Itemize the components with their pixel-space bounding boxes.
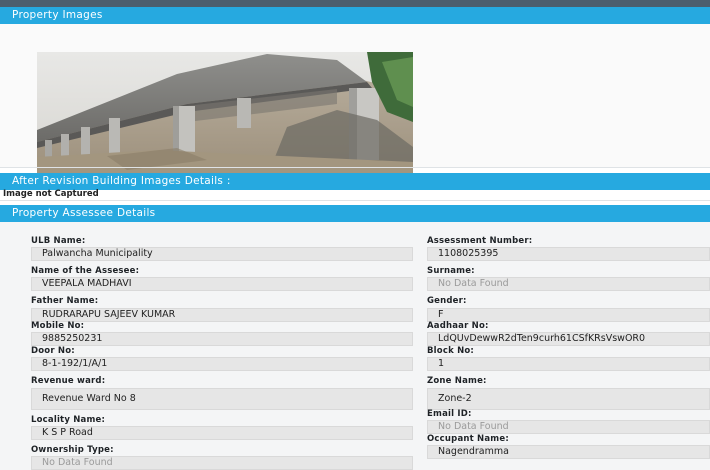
assessment-number-field: 1108025395 <box>427 247 710 261</box>
locality-name-field: K S P Road <box>31 426 413 440</box>
surname-label: Surname: <box>427 266 475 276</box>
surname-field: No Data Found <box>427 277 710 291</box>
building-photo-image <box>37 52 413 177</box>
occupant-name-field: Nagendramma <box>427 445 710 459</box>
zone-name-field: Zone-2 <box>427 388 710 410</box>
email-id-field: No Data Found <box>427 420 710 434</box>
assessee-name-label: Name of the Assesee: <box>31 266 140 276</box>
property-photo[interactable] <box>37 52 413 177</box>
locality-name-label: Locality Name: <box>31 415 106 425</box>
property-images-header: Property Images <box>0 7 710 24</box>
aadhaar-no-label: Aadhaar No: <box>427 321 489 331</box>
occupant-name-label: Occupant Name: <box>427 434 509 444</box>
image-status-text: Image not Captured <box>3 189 99 199</box>
top-bar <box>0 0 710 7</box>
ulb-name-field: Palwancha Municipality <box>31 247 413 261</box>
gender-label: Gender: <box>427 296 467 306</box>
ownership-type-field: No Data Found <box>31 456 413 470</box>
property-images-panel <box>0 24 710 177</box>
ulb-name-label: ULB Name: <box>31 236 86 246</box>
door-no-field: 8-1-192/1/A/1 <box>31 357 413 371</box>
aadhaar-no-field: LdQUvDewwR2dTen9curh61CSfKRsVswOR0 <box>427 332 710 346</box>
assessment-number-label: Assessment Number: <box>427 236 533 246</box>
block-no-label: Block No: <box>427 346 475 356</box>
father-name-label: Father Name: <box>31 296 99 306</box>
block-no-field: 1 <box>427 357 710 371</box>
revenue-ward-field: Revenue Ward No 8 <box>31 388 413 410</box>
email-id-label: Email ID: <box>427 409 472 419</box>
door-no-label: Door No: <box>31 346 75 356</box>
assessee-details-header: Property Assessee Details <box>0 205 710 222</box>
mobile-no-label: Mobile No: <box>31 321 85 331</box>
divider <box>0 167 710 168</box>
zone-name-label: Zone Name: <box>427 376 487 386</box>
assessee-name-field: VEEPALA MADHAVI <box>31 277 413 291</box>
gender-field: F <box>427 308 710 322</box>
after-revision-header: After Revision Building Images Details : <box>0 173 710 190</box>
revenue-ward-label: Revenue ward: <box>31 376 106 386</box>
ownership-type-label: Ownership Type: <box>31 445 114 455</box>
father-name-field: RUDRARAPU SAJEEV KUMAR <box>31 308 413 322</box>
mobile-no-field: 9885250231 <box>31 332 413 346</box>
divider <box>0 200 710 201</box>
